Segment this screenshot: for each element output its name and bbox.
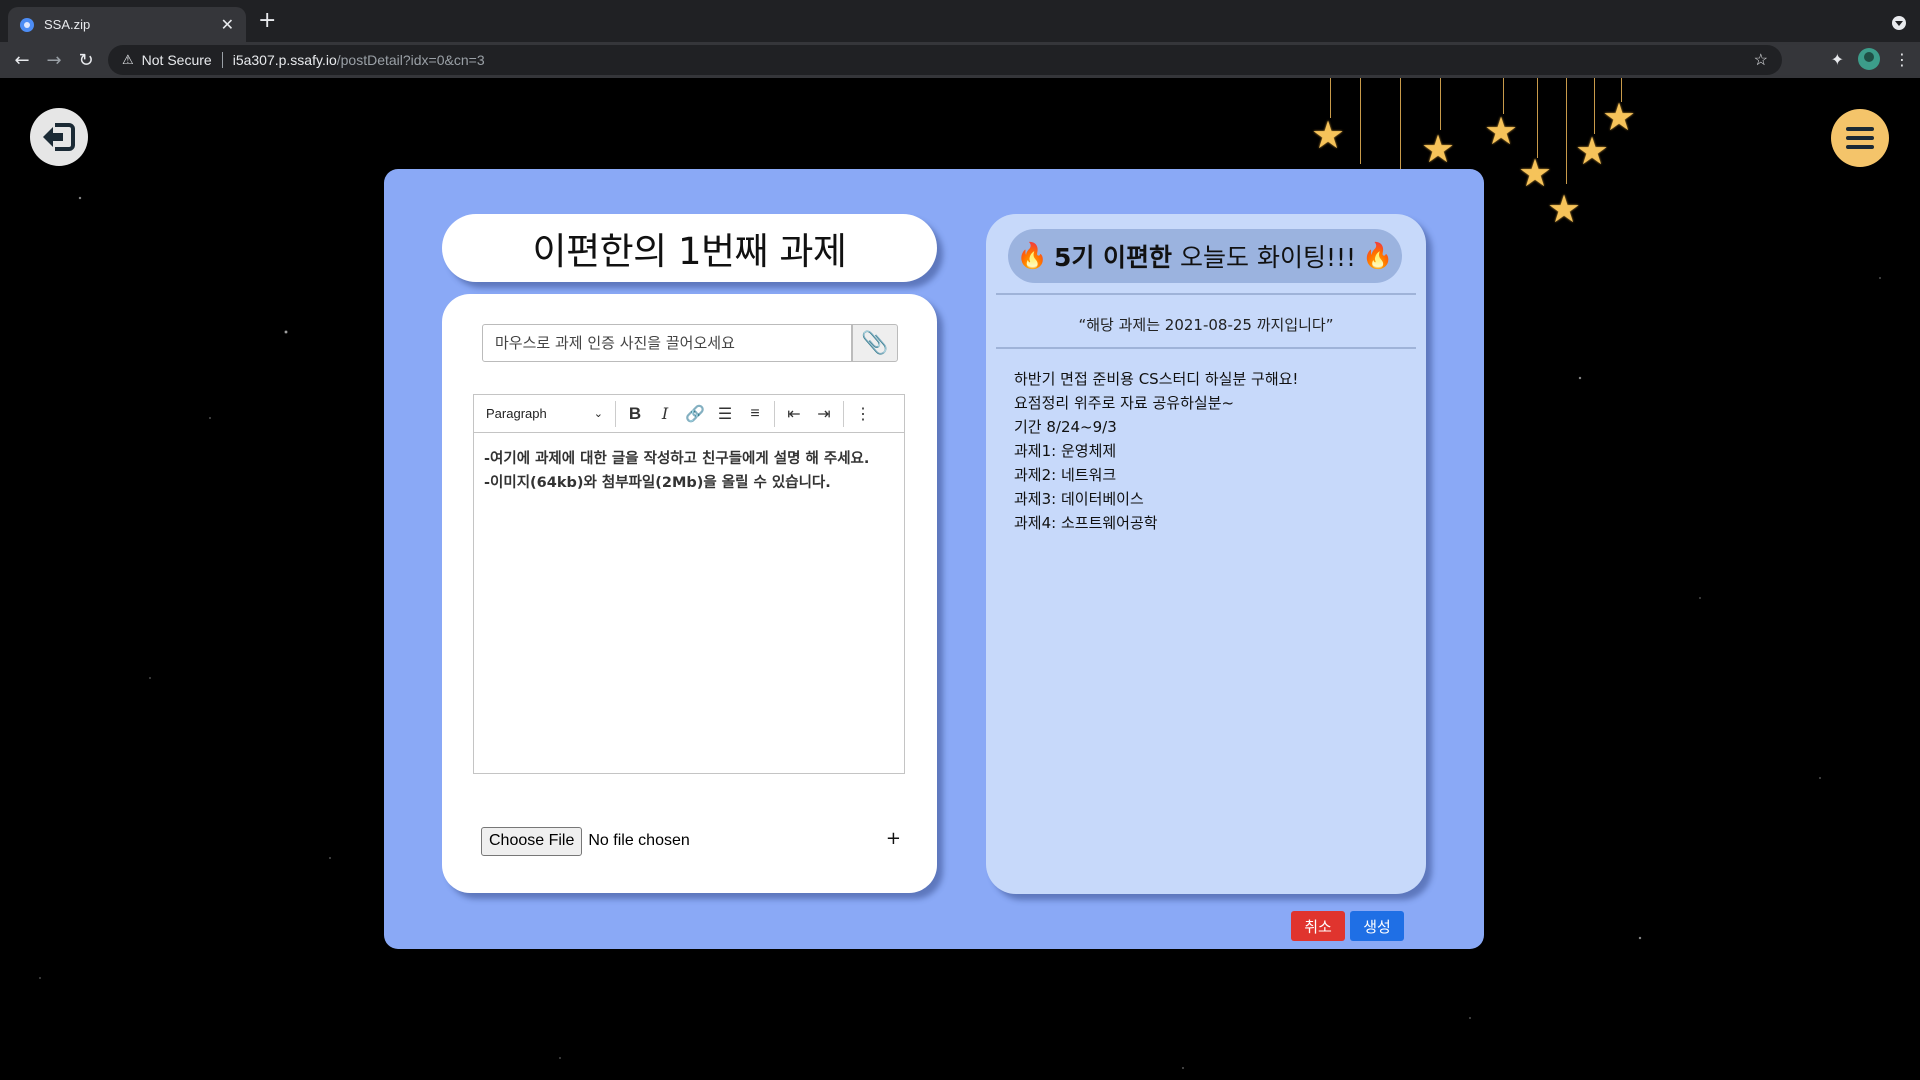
create-button[interactable]: 생성 [1350,911,1404,941]
toolbar-divider [615,400,616,427]
italic-button[interactable]: I [650,399,680,429]
hamburger-icon [1846,127,1874,149]
toolbar-divider [774,400,775,427]
editor-content[interactable]: -여기에 과제에 대한 글을 작성하고 친구들에게 설명 해 주세요. -이미지… [474,433,904,509]
choose-file-button[interactable]: Choose File [481,826,583,856]
new-tab-icon[interactable]: + [258,10,276,32]
description-line: 과제2: 네트워크 [1014,466,1117,484]
editor-line: -이미지(64kb)와 첨부파일(2Mb)을 올릴 수 있습니다. [484,475,831,491]
cheer-banner: 🔥 5기 이편한 오늘도 화이팅!!! 🔥 [1008,229,1402,283]
forward-arrow-icon[interactable]: → [38,44,70,76]
browser-tab[interactable]: SSA.zip ✕ [8,7,246,42]
description-line: 기간 8/24~9/3 [1014,418,1117,436]
description-line: 과제4: 소프트웨어공학 [1014,514,1158,532]
deadline-text: “해당 과제는 2021-08-25 까지입니다” [1078,316,1334,334]
assignment-board: 이편한의 1번째 과제 📎 Paragraph ⌄ B I 🔗 ☰ [384,169,1484,949]
hanging-star-icon [1341,78,1379,174]
description-line: 요점정리 위주로 자료 공유하실분~ [1014,394,1235,412]
link-icon[interactable]: 🔗 [680,399,710,429]
url-path: /postDetail?idx=0&cn=3 [336,52,485,68]
cancel-button[interactable]: 취소 [1291,911,1345,941]
profile-avatar[interactable] [1858,48,1880,70]
editor-line: -여기에 과제에 대한 글을 작성하고 친구들에게 설명 해 주세요. [484,451,870,467]
add-file-icon[interactable]: + [886,828,901,849]
assignment-info-card: 🔥 5기 이편한 오늘도 화이팅!!! 🔥 “해당 과제는 2021-08-25… [986,214,1426,894]
browser-tab-strip: SSA.zip ✕ + [0,0,1920,42]
page-viewport: ★ ★ ★ ★ ★ ★ ★ 이편한의 1번째 과제 마우스로 과제 인증 사진을… [0,78,1920,1080]
tab-title: SSA.zip [44,17,91,32]
chrome-menu-icon[interactable]: ⋮ [1894,50,1910,69]
security-label: Not Secure [141,52,212,68]
warning-icon[interactable]: ⚠ [122,52,134,68]
address-bar[interactable]: ⚠ Not Secure i5a307.p.ssafy.io/postDetai… [108,45,1782,75]
assignment-description: 하반기 면접 준비용 CS스터디 하실분 구해요! 요점정리 위주로 자료 공유… [1014,367,1298,535]
description-line: 과제3: 데이터베이스 [1014,490,1144,508]
menu-button[interactable] [1831,109,1889,167]
paragraph-style-label: Paragraph [486,406,547,421]
bookmark-star-icon[interactable]: ☆ [1754,50,1768,70]
bold-button[interactable]: B [620,399,650,429]
tab-search-icon[interactable] [1892,16,1906,30]
hanging-star-icon [1381,78,1419,174]
toolbar-actions: ✦ ⋮ [1831,48,1910,70]
bulleted-list-icon[interactable]: ☰ [710,399,740,429]
fire-icon: 🔥 [1016,241,1048,270]
reload-icon[interactable]: ↻ [70,44,102,76]
editor-toolbar: Paragraph ⌄ B I 🔗 ☰ ≡ ⇤ ⇥ ⋮ [474,395,904,433]
divider [996,293,1416,295]
browser-toolbar: ← → ↻ ⚠ Not Secure i5a307.p.ssafy.io/pos… [0,42,1920,78]
divider [996,347,1416,349]
rich-text-editor[interactable]: Paragraph ⌄ B I 🔗 ☰ ≡ ⇤ ⇥ ⋮ -여기에 과제에 대한 … [473,394,905,774]
omnibox-divider [221,52,223,68]
description-line: 과제1: 운영체제 [1014,442,1117,460]
back-arrow-icon[interactable]: ← [6,44,38,76]
url-host: i5a307.p.ssafy.io [232,52,337,68]
indent-icon[interactable]: ⇥ [809,399,839,429]
close-tab-icon[interactable]: ✕ [221,15,234,35]
description-line: 하반기 면접 준비용 CS스터디 하실분 구해요! [1014,370,1299,388]
hanging-star-icon: ★ [1602,78,1640,148]
numbered-list-icon[interactable]: ≡ [740,399,770,429]
more-options-icon[interactable]: ⋮ [848,399,878,429]
cheer-text: 오늘도 화이팅!!! [1180,243,1357,272]
hanging-star-icon: ★ [1421,78,1459,174]
page-title: 이편한의 1번째 과제 [532,230,847,273]
extensions-puzzle-icon[interactable]: ✦ [1831,50,1844,69]
editor-card: 📎 Paragraph ⌄ B I 🔗 ☰ ≡ ⇤ ⇥ [442,294,937,893]
attach-button[interactable]: 📎 [852,324,898,362]
title-card: 이편한의 1번째 과제 [442,214,937,282]
cheer-name: 5기 이편한 [1053,243,1173,272]
toolbar-divider [843,400,844,427]
file-upload-row: Choose File No file chosen + [481,826,901,856]
exit-arrow-icon [43,123,75,151]
photo-drop-input[interactable] [482,324,852,362]
paragraph-style-select[interactable]: Paragraph ⌄ [486,406,611,421]
site-favicon-icon [20,17,34,32]
chevron-down-icon: ⌄ [593,408,603,420]
paperclip-icon: 📎 [861,330,889,356]
file-status: No file chosen [588,832,690,849]
back-button[interactable] [30,108,88,166]
fire-icon: 🔥 [1362,241,1394,270]
hanging-star-icon: ★ [1484,78,1522,150]
outdent-icon[interactable]: ⇤ [779,399,809,429]
